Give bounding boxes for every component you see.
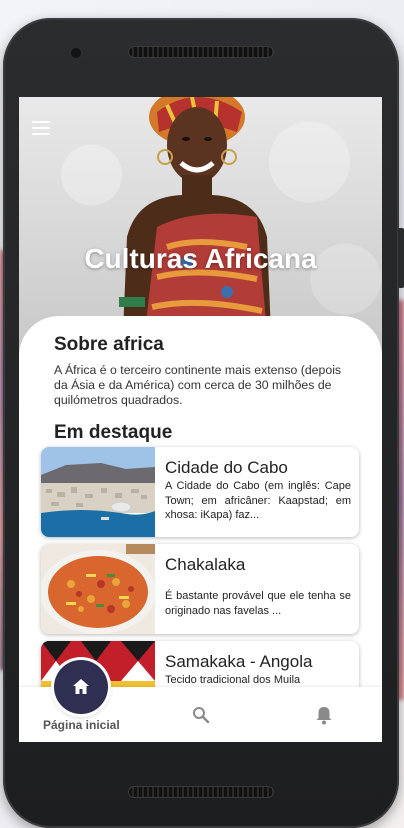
home-label: Página inicial [43,718,120,732]
phone-frame: Culturas Africana Sobre africa A África … [3,18,404,828]
cape-town-image [41,447,155,537]
card-title: Chakalaka [165,555,246,574]
about-title: Sobre africa [54,334,164,355]
card-description: É bastante provável que ele tenha se ori… [165,590,351,617]
app-screen: Culturas Africana Sobre africa A África … [19,97,382,742]
menu-icon[interactable] [32,121,50,135]
chakalaka-image [41,544,155,634]
featured-card-cidade-do-cabo[interactable]: Cidade do Cabo A Cidade do Cabo (em ingl… [41,447,359,537]
home-button[interactable] [54,660,108,714]
card-title: Cidade do Cabo [165,458,288,477]
card-title: Samakaka - Angola [165,652,313,671]
earpiece-speaker [128,46,274,58]
featured-card-chakalaka[interactable]: Chakalaka É bastante provável que ele te… [41,544,359,634]
home-icon [73,679,89,694]
featured-title: Em destaque [54,422,173,443]
card-description: A Cidade do Cabo (em inglês: Cape Town; … [165,480,351,521]
hero-title: Culturas Africana [84,243,317,274]
bottom-speaker [128,786,274,798]
bell-icon[interactable] [315,705,333,725]
card-description: Tecido tradicional dos Muila [165,674,301,686]
front-camera [71,48,81,58]
search-icon[interactable] [192,706,210,724]
about-text: A África é o terceiro continente mais ex… [54,363,342,407]
phone-side-button [398,228,404,288]
